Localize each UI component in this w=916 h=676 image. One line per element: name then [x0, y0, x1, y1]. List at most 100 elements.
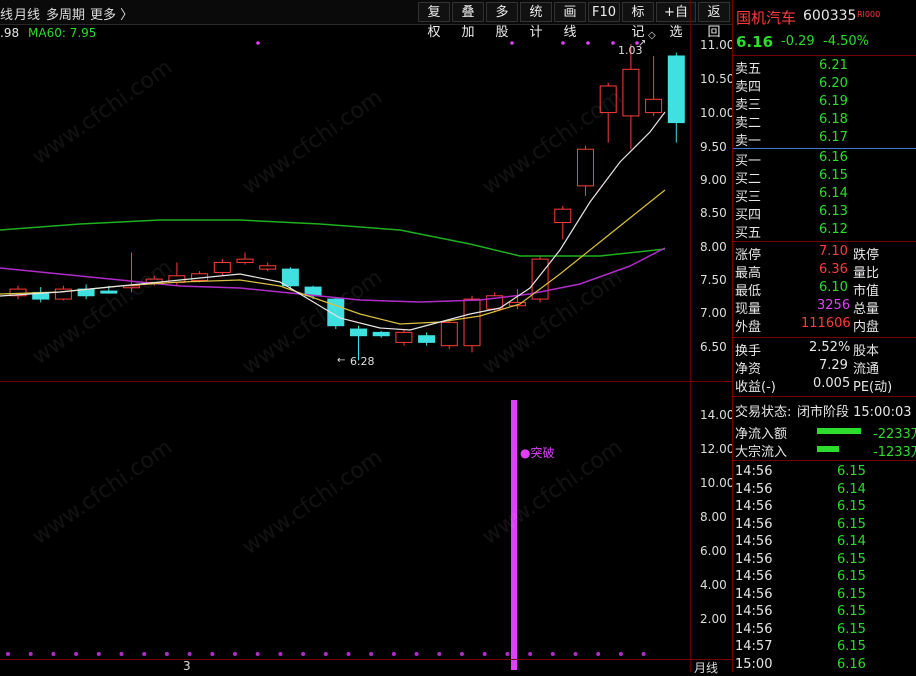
low-arrow-icon: ← — [337, 355, 346, 366]
signal-dot — [561, 41, 565, 45]
tick-price: 6.15 — [837, 464, 866, 479]
draw-line-button[interactable]: 画线 — [554, 2, 586, 40]
tick-row: 14:56 6.14 — [733, 482, 916, 500]
ask-row[interactable]: 卖三 6.19 — [733, 94, 916, 113]
tick-price: 6.15 — [837, 586, 866, 602]
bottom-signal-dot — [142, 652, 147, 656]
tick-row: 14:56 6.15 — [733, 604, 916, 622]
multi-stock-button[interactable]: 多股 — [486, 2, 518, 40]
tick-time: 14:56 — [735, 516, 773, 532]
tick-row: 14:56 6.15 — [733, 517, 916, 535]
price-tick: 10.00 — [700, 106, 735, 120]
ask-row[interactable]: 卖五 6.21 — [733, 58, 916, 77]
breakout-signal-dot: ● — [520, 446, 531, 460]
tick-time: 14:56 — [735, 464, 773, 479]
candle-body — [213, 261, 231, 273]
bottom-signal-dot — [346, 652, 351, 656]
price-tick: 8.50 — [700, 206, 727, 220]
stat-row: 涨停 7.10 跌停 — [735, 244, 880, 263]
ask-row[interactable]: 卖二 6.18 — [733, 112, 916, 131]
bottom-signal-dot — [74, 652, 79, 656]
tick-time: 14:56 — [735, 551, 773, 567]
breakout-signal-label: ●突破 — [520, 446, 555, 460]
price-tick: 8.00 — [700, 240, 727, 254]
block-inflow-label: 大宗流入 — [735, 445, 788, 460]
bid-row[interactable]: 买三 6.14 — [733, 186, 916, 205]
last-price: 6.16 — [736, 33, 774, 51]
statistics-button[interactable]: 统计 — [520, 2, 552, 40]
bottom-signal-dot — [51, 652, 56, 656]
tick-row: 14:56 6.15 — [733, 569, 916, 587]
candle-body — [577, 148, 594, 187]
bottom-signal-dot — [505, 652, 510, 656]
divider — [733, 460, 916, 461]
stat-row: 最低 6.10 市值 — [735, 280, 880, 299]
bottom-signal-dot — [301, 652, 306, 656]
volume-tick: 8.00 — [700, 510, 727, 524]
volume-tick: 14.00 — [700, 408, 735, 422]
volume-tick: 2.00 — [700, 612, 727, 626]
bottom-signal-dot — [233, 652, 237, 656]
tick-time: 14:56 — [735, 586, 773, 602]
tick-price: 6.15 — [837, 499, 866, 514]
tick-time: 14:56 — [735, 481, 773, 497]
price-tick: 7.00 — [700, 306, 727, 320]
bottom-signal-dot — [482, 652, 487, 656]
price-tick: 9.50 — [700, 140, 727, 154]
tick-time: 14:56 — [735, 569, 773, 584]
candle-body — [554, 208, 572, 223]
price-tick: 7.50 — [700, 273, 727, 287]
bottom-signal-dot — [28, 652, 33, 656]
tick-time: 14:56 — [735, 534, 773, 549]
ask-row[interactable]: 卖一 6.17 — [733, 130, 916, 149]
candle-body — [350, 328, 367, 337]
tick-row: 14:56 6.15 — [733, 552, 916, 570]
quote-panel: 国机汽车 600335 RI000 6.16 -0.29 -4.50% 卖五 6.… — [732, 0, 916, 672]
bid-row[interactable]: 买一 6.16 — [733, 150, 916, 169]
candle-body — [281, 268, 299, 287]
period-label[interactable]: 月线 — [694, 659, 718, 676]
multi-period-tab[interactable]: 多周期 — [46, 4, 85, 23]
tick-price: 6.15 — [837, 639, 866, 654]
bottom-signal-dot — [6, 652, 10, 656]
axis-divider — [690, 0, 691, 672]
adjust-button[interactable]: 复权 — [418, 2, 450, 40]
bottom-signal-dot — [618, 652, 623, 656]
candle-body — [645, 98, 663, 114]
ask-row[interactable]: 卖四 6.20 — [733, 76, 916, 95]
divider — [733, 241, 916, 242]
divider — [733, 55, 916, 56]
price-tick: 10.50 — [700, 72, 735, 86]
signal-dot — [510, 41, 514, 45]
overlay-button[interactable]: 叠加 — [452, 2, 484, 40]
stat-row: 净资 7.29 流通 — [735, 358, 880, 377]
back-button[interactable]: 返回 — [698, 2, 730, 40]
more-menu[interactable]: 更多 〉 — [90, 4, 133, 23]
tick-row: 14:56 6.15 — [733, 587, 916, 605]
bottom-signal-dot — [596, 652, 601, 656]
bottom-signal-dot — [119, 652, 124, 656]
divider — [733, 337, 916, 338]
tick-time: 15:00 — [735, 656, 773, 672]
period-tab-monthly[interactable]: 月线 — [14, 4, 40, 23]
candle-body — [418, 335, 436, 343]
period-tab-partial[interactable]: 线 — [0, 4, 13, 23]
price-tick: 11.00 — [700, 38, 735, 52]
candle-body — [372, 331, 390, 337]
bid-row[interactable]: 买五 6.12 — [733, 222, 916, 241]
bid-row[interactable]: 买四 6.13 — [733, 204, 916, 223]
tick-time: 14:56 — [735, 499, 773, 514]
tick-row: 14:56 6.15 — [733, 464, 916, 482]
tick-price: 6.15 — [837, 621, 866, 637]
tick-row: 14:57 6.15 — [733, 639, 916, 657]
volume-tick: 10.00 — [700, 476, 735, 490]
stat-row: 外盘 111606 内盘 — [735, 316, 880, 335]
f10-button[interactable]: F10 — [588, 2, 620, 22]
chart-toolbar: 线 月线 多周期 更多 〉 复权 叠加 多股 统计 画线 F10 标记 +自选 … — [0, 0, 732, 40]
tick-price: 6.15 — [837, 551, 866, 567]
mark-button[interactable]: 标记 — [622, 2, 654, 40]
tick-price: 6.14 — [837, 481, 866, 497]
tick-row: 14:56 6.15 — [733, 499, 916, 517]
bid-row[interactable]: 买二 6.15 — [733, 168, 916, 187]
bottom-signal-dot — [437, 652, 442, 656]
